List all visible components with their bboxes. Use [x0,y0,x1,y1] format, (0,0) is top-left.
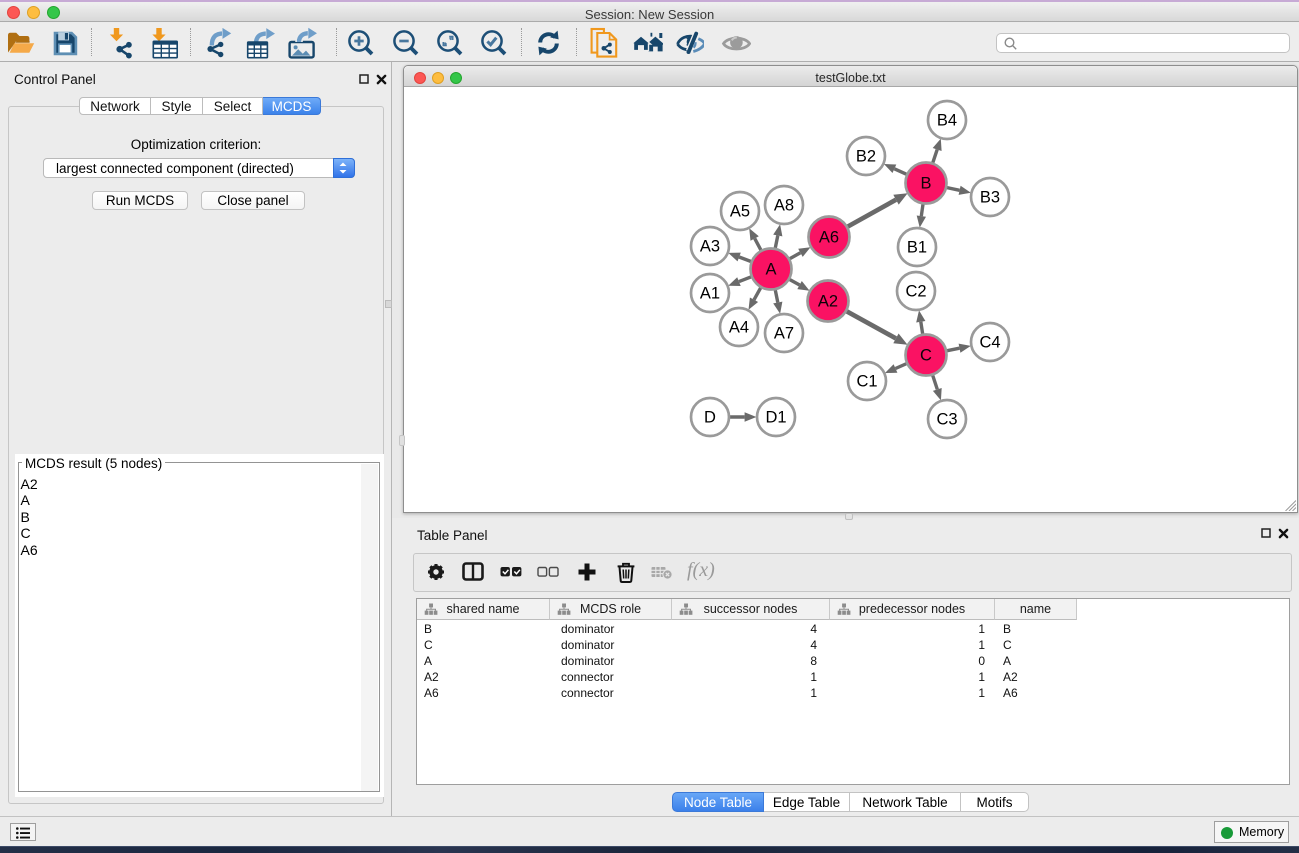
svg-text:C2: C2 [905,283,926,301]
svg-text:B4: B4 [937,112,957,130]
svg-text:B1: B1 [907,239,927,257]
svg-text:A6: A6 [819,229,839,247]
svg-text:C3: C3 [936,411,957,429]
svg-text:A5: A5 [730,203,750,221]
svg-text:A4: A4 [729,319,749,337]
svg-text:C4: C4 [979,334,1000,352]
svg-text:A3: A3 [700,238,720,256]
svg-text:A1: A1 [700,285,720,303]
svg-text:C: C [920,347,932,365]
svg-text:B: B [920,175,931,193]
svg-text:A: A [765,261,776,279]
svg-text:B3: B3 [980,189,1000,207]
svg-text:A8: A8 [774,197,794,215]
svg-text:C1: C1 [856,373,877,391]
svg-text:B2: B2 [856,148,876,166]
svg-text:D1: D1 [765,409,786,427]
svg-text:A7: A7 [774,325,794,343]
svg-text:A2: A2 [818,293,838,311]
svg-text:D: D [704,409,716,427]
